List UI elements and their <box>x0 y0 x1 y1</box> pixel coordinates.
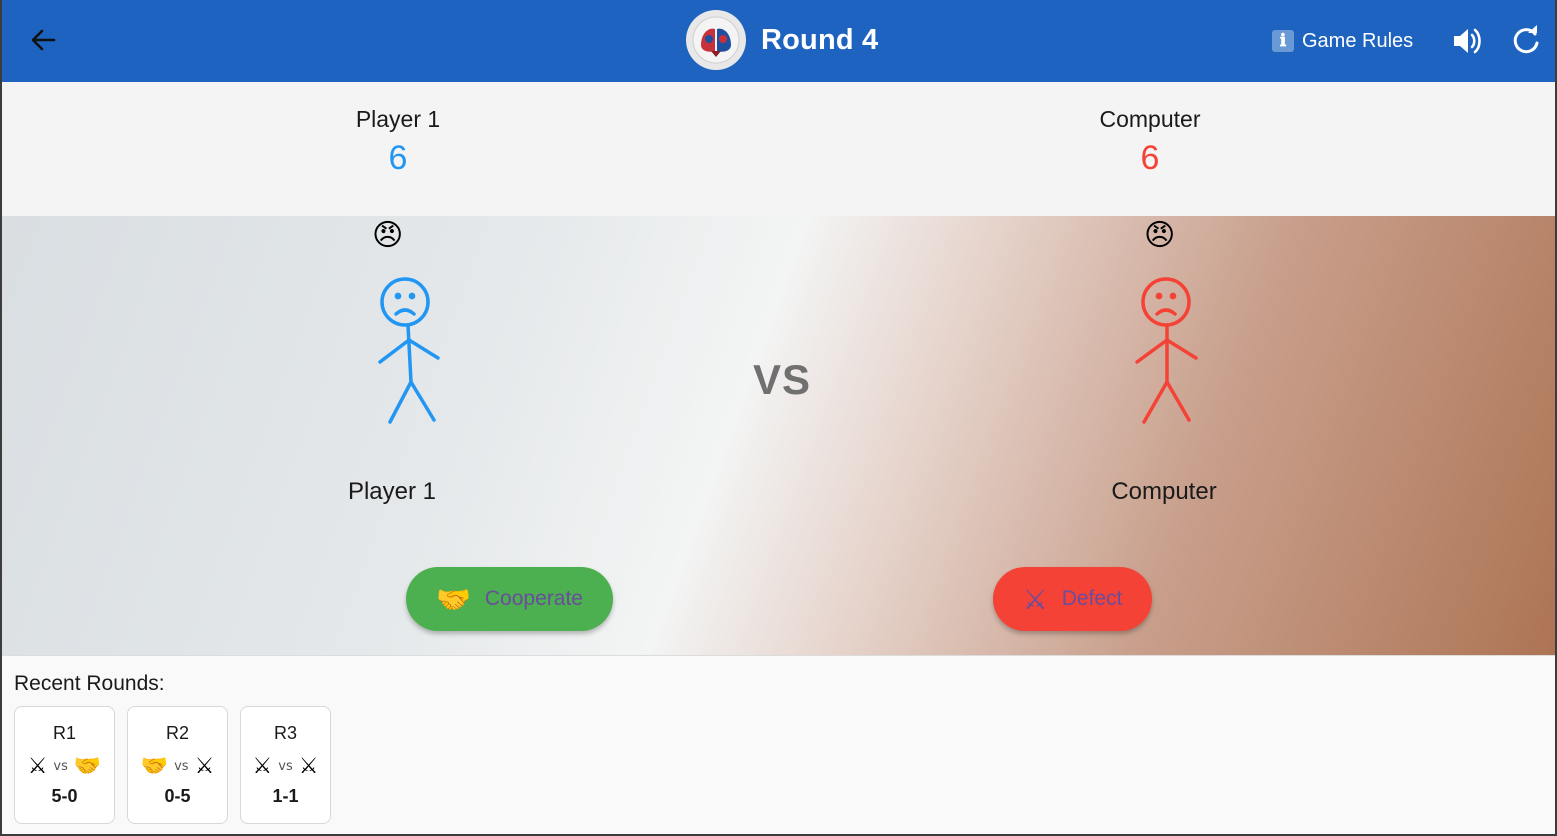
player-stick-figure <box>378 277 440 424</box>
game-screen: Round 4 ℹ Game Rules Player 1 6 Computer… <box>2 0 1555 834</box>
computer-move-icon: ⚔ <box>194 753 215 779</box>
sound-toggle-button[interactable] <box>1450 24 1484 58</box>
cooperate-button[interactable]: 🤝 Cooperate <box>406 567 613 631</box>
handshake-icon: 🤝 <box>436 582 471 616</box>
computer-score-value: 6 <box>1140 139 1160 177</box>
arrow-left-icon <box>31 29 56 51</box>
round-vs-label: vs <box>53 758 68 774</box>
info-icon: ℹ <box>1272 30 1294 52</box>
game-logo <box>686 10 746 70</box>
restart-button[interactable] <box>1509 24 1543 58</box>
app-bar: Round 4 ℹ Game Rules <box>2 0 1555 82</box>
round-label: R3 <box>273 723 297 743</box>
player-name-label: Player 1 <box>347 478 437 505</box>
versus-label: VS <box>752 356 812 403</box>
round-title: Round 4 <box>761 23 879 56</box>
round-label: R2 <box>165 723 189 743</box>
volume-icon <box>1454 28 1481 54</box>
round-vs-label: vs <box>278 758 293 774</box>
score-bar: Player 1 6 Computer 6 <box>2 82 1555 216</box>
back-button[interactable] <box>24 20 64 60</box>
battle-arena: 😠 😠 VS Player 1 Computer 🤝 Cooperate ⚔ D… <box>2 216 1555 655</box>
round-score: 5-0 <box>51 786 78 806</box>
player-mood-emoji: 😠 <box>372 218 404 253</box>
round-moves: 🤝 vs ⚔ <box>128 752 227 780</box>
round-score: 0-5 <box>164 786 191 806</box>
round-score: 1-1 <box>272 786 299 806</box>
recent-rounds-panel: Recent Rounds: R1 ⚔ vs 🤝 5-0 R2 🤝 vs ⚔ 0… <box>2 655 1555 834</box>
crossed-swords-icon: ⚔ <box>1022 582 1048 616</box>
round-vs-label: vs <box>174 758 189 774</box>
game-rules-button[interactable]: ℹ Game Rules <box>1272 24 1413 58</box>
player-score-value: 6 <box>388 139 408 177</box>
computer-name-label: Computer <box>1111 478 1217 505</box>
round-label: R1 <box>52 723 76 743</box>
round-card: R2 🤝 vs ⚔ 0-5 <box>127 706 228 824</box>
computer-move-icon: ⚔ <box>298 753 319 779</box>
round-moves: ⚔ vs ⚔ <box>241 752 330 780</box>
player-move-icon: 🤝 <box>140 753 169 779</box>
recent-rounds-title: Recent Rounds: <box>14 672 165 695</box>
fists-logo-icon <box>692 16 740 64</box>
refresh-icon <box>1513 25 1539 54</box>
player-score-block: Player 1 6 <box>248 106 548 178</box>
player-move-icon: ⚔ <box>252 753 273 779</box>
round-card: R3 ⚔ vs ⚔ 1-1 <box>240 706 331 824</box>
computer-mood-emoji: 😠 <box>1144 218 1176 253</box>
game-rules-label: Game Rules <box>1302 29 1414 52</box>
computer-score-name: Computer <box>1099 106 1201 132</box>
player-move-icon: ⚔ <box>27 753 48 779</box>
app-title-group: Round 4 <box>686 10 878 70</box>
computer-move-icon: 🤝 <box>73 753 102 779</box>
round-moves: ⚔ vs 🤝 <box>15 752 114 780</box>
defect-button[interactable]: ⚔ Defect <box>993 567 1152 631</box>
defect-label: Defect <box>1061 587 1123 610</box>
computer-score-block: Computer 6 <box>1000 106 1300 178</box>
round-card: R1 ⚔ vs 🤝 5-0 <box>14 706 115 824</box>
computer-stick-figure <box>1135 277 1198 424</box>
cooperate-label: Cooperate <box>484 587 583 610</box>
player-score-name: Player 1 <box>355 106 441 132</box>
